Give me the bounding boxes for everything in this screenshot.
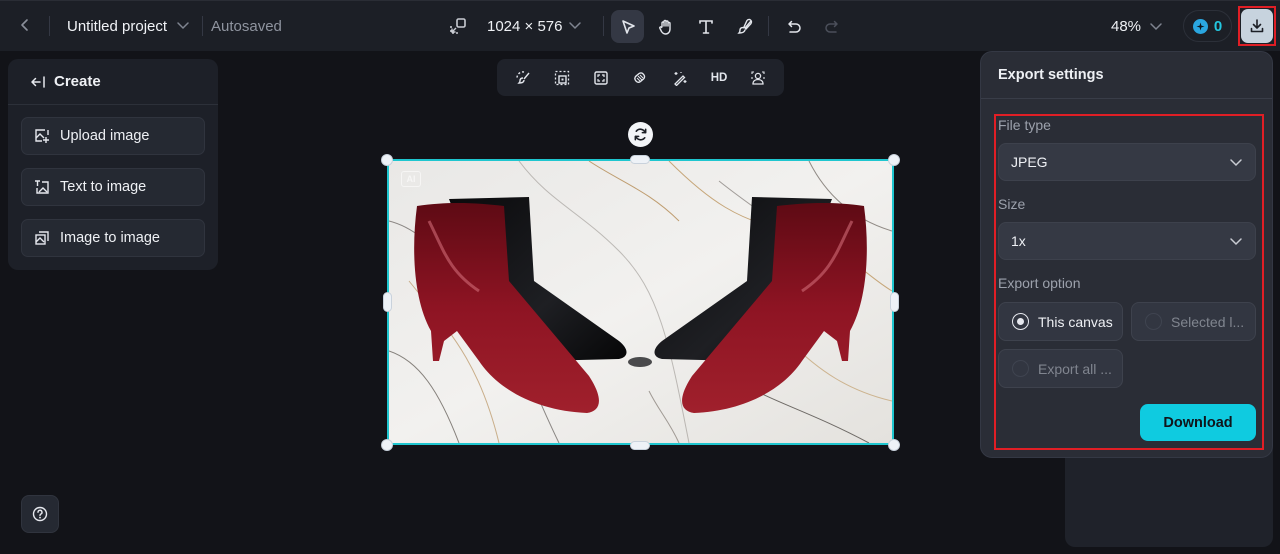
resize-canvas-icon[interactable]: [449, 17, 467, 35]
top-bar: Untitled project Autosaved 1024 × 576 48…: [0, 0, 1280, 51]
upload-image-label: Upload image: [60, 128, 150, 144]
eraser-button[interactable]: [625, 63, 655, 93]
hand-icon: [658, 19, 671, 35]
text-tool-button[interactable]: [689, 10, 722, 43]
image-edit-toolbar: HD: [497, 59, 784, 96]
text-to-image-icon: [35, 180, 49, 194]
canvas-size-chevron-icon[interactable]: [568, 18, 582, 32]
back-button[interactable]: [14, 14, 36, 36]
canvas-size-selector[interactable]: 1024 × 576: [487, 18, 563, 35]
boots-image: [389, 161, 892, 443]
crop-button[interactable]: [586, 63, 616, 93]
export-option-export-all[interactable]: Export all ...: [998, 349, 1123, 388]
retouch-button[interactable]: [743, 63, 773, 93]
resize-handle-top-left[interactable]: [381, 154, 393, 166]
eraser-icon: [634, 71, 646, 83]
file-type-label: File type: [998, 117, 1051, 133]
redo-button[interactable]: [815, 10, 848, 43]
rotate-icon: [634, 128, 647, 141]
expand-image-button[interactable]: [547, 63, 577, 93]
remove-background-icon: [515, 70, 530, 84]
ai-generated-badge: AI: [401, 171, 421, 187]
resize-handle-right[interactable]: [890, 292, 899, 312]
help-button[interactable]: [21, 495, 59, 533]
create-panel-header[interactable]: Create: [8, 59, 218, 105]
download-button[interactable]: Download: [1140, 404, 1256, 441]
select-tool-button[interactable]: [611, 10, 644, 43]
redo-icon: [824, 20, 838, 33]
download-icon: [1250, 19, 1264, 33]
divider: [981, 98, 1272, 99]
option-label: Export all ...: [1038, 360, 1112, 377]
project-menu-chevron-icon[interactable]: [176, 18, 190, 32]
export-settings-title: Export settings: [998, 67, 1104, 83]
brush-tool-button[interactable]: [728, 10, 761, 43]
size-value: 1x: [1011, 233, 1026, 249]
chevron-left-icon: [21, 19, 28, 31]
divider: [603, 16, 604, 36]
crop-icon: [594, 70, 608, 85]
file-type-value: JPEG: [1011, 154, 1048, 170]
export-option-label: Export option: [998, 275, 1081, 291]
image-to-image-label: Image to image: [60, 230, 160, 246]
radio-unchecked-icon: [1012, 360, 1029, 377]
magic-wand-icon: [673, 71, 687, 86]
export-settings-panel: Export settings File type JPEG Size 1x E…: [980, 51, 1273, 458]
remove-background-button[interactable]: [508, 63, 538, 93]
autosave-status: Autosaved: [211, 18, 282, 35]
radio-checked-icon: [1012, 313, 1029, 330]
divider: [49, 16, 50, 36]
rotate-handle[interactable]: [628, 122, 653, 147]
expand-image-icon: [554, 70, 570, 85]
credits-badge[interactable]: 0: [1183, 10, 1232, 42]
collapse-left-icon: [31, 75, 45, 88]
size-select[interactable]: 1x: [998, 222, 1256, 260]
image-to-image-icon: [35, 231, 49, 245]
zoom-level[interactable]: 48%: [1111, 18, 1141, 35]
radio-unchecked-icon: [1145, 313, 1162, 330]
magic-edit-button[interactable]: [665, 63, 695, 93]
option-label: Selected l...: [1171, 313, 1245, 330]
pointer-icon: [621, 19, 635, 34]
person-retouch-icon: [751, 70, 765, 85]
resize-handle-left[interactable]: [383, 292, 392, 312]
zoom-chevron-icon[interactable]: [1149, 19, 1163, 33]
undo-icon: [787, 20, 801, 33]
option-label: This canvas: [1038, 313, 1113, 330]
export-option-this-canvas[interactable]: This canvas: [998, 302, 1123, 341]
help-icon: [32, 506, 48, 522]
chevron-down-icon: [1230, 159, 1242, 167]
resize-handle-top-right[interactable]: [888, 154, 900, 166]
export-option-selected-layers[interactable]: Selected l...: [1131, 302, 1256, 341]
size-label: Size: [998, 196, 1026, 212]
file-type-select[interactable]: JPEG: [998, 143, 1256, 181]
text-to-image-label: Text to image: [60, 179, 147, 195]
chevron-down-icon: [1230, 238, 1242, 246]
resize-handle-bottom[interactable]: [630, 441, 650, 450]
divider: [768, 16, 769, 36]
export-button[interactable]: [1241, 9, 1273, 43]
text-to-image-button[interactable]: Text to image: [21, 168, 205, 206]
undo-button[interactable]: [777, 10, 810, 43]
project-title[interactable]: Untitled project: [67, 18, 167, 35]
create-panel: Create Upload image Text to image Image …: [8, 59, 218, 270]
credit-coin-icon: [1192, 18, 1208, 34]
canvas-image[interactable]: AI: [387, 159, 894, 445]
brush-icon: [736, 18, 752, 34]
create-panel-title: Create: [54, 73, 101, 90]
resize-handle-bottom-right[interactable]: [888, 439, 900, 451]
image-to-image-button[interactable]: Image to image: [21, 219, 205, 257]
resize-handle-top[interactable]: [630, 155, 650, 164]
resize-handle-bottom-left[interactable]: [381, 439, 393, 451]
credits-count: 0: [1213, 17, 1223, 35]
text-icon: [698, 19, 713, 34]
upload-image-icon: [35, 129, 49, 143]
divider: [202, 16, 203, 36]
hand-tool-button[interactable]: [649, 10, 682, 43]
upload-image-button[interactable]: Upload image: [21, 117, 205, 155]
upscale-hd-button[interactable]: HD: [704, 63, 734, 93]
